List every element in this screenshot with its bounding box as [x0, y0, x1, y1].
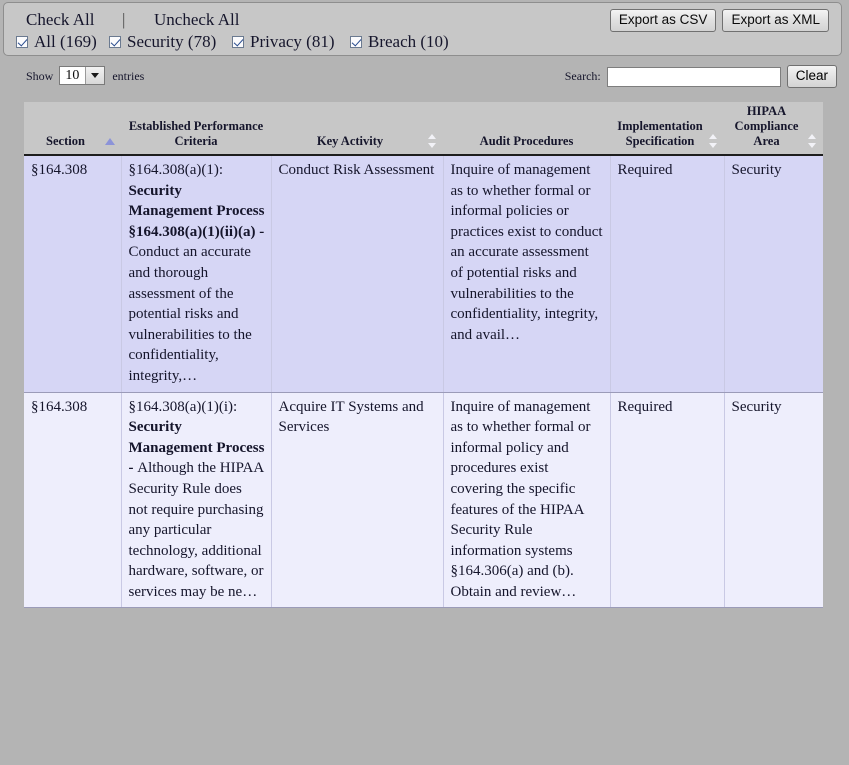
- column-header-hipaa-compliance-area[interactable]: HIPAA Compliance Area: [724, 102, 823, 156]
- filter-checkbox-breach[interactable]: Breach (10): [350, 32, 449, 52]
- cell-section: §164.308: [24, 155, 122, 393]
- search-input[interactable]: [606, 66, 781, 87]
- column-header-established-performance-criteria[interactable]: Established Performance Criteria: [121, 102, 271, 156]
- cell-established-performance-criteria: §164.308(a)(1): Security Management Proc…: [121, 155, 272, 393]
- export-as-csv-button[interactable]: Export as CSV: [609, 9, 717, 32]
- filter-label-breach: Breach (10): [368, 32, 449, 51]
- entries-per-page-select[interactable]: 10: [59, 66, 106, 85]
- table-row[interactable]: §164.308 §164.308(a)(1)(i): Security Man…: [24, 392, 823, 609]
- show-entries-control: Show 10 entries: [26, 66, 144, 85]
- sort-ascending-icon[interactable]: [105, 138, 115, 146]
- checkbox-checked-icon[interactable]: [350, 36, 362, 48]
- column-label-section: Section: [46, 134, 85, 148]
- epc-prefix: §164.308(a)(1)(i):: [128, 398, 238, 415]
- entries-per-page-value: 10: [65, 67, 80, 83]
- filter-checkbox-privacy[interactable]: Privacy (81): [232, 32, 335, 52]
- epc-rest: Conduct an accurate and thorough assessm…: [128, 244, 252, 384]
- filter-checkbox-all[interactable]: All (169): [16, 32, 97, 52]
- cell-hipaa-compliance-area: Security: [724, 392, 823, 609]
- table-header-row: Section Established Performance Criteria…: [24, 102, 823, 156]
- uncheck-all-link[interactable]: Uncheck All: [154, 10, 239, 30]
- checkbox-checked-icon[interactable]: [109, 36, 121, 48]
- column-header-implementation-specification[interactable]: Implementation Specification: [610, 102, 724, 156]
- search-control: Search: Clear: [565, 65, 837, 88]
- filter-label-security: Security (78): [127, 32, 217, 51]
- toolbar-separator: |: [122, 10, 126, 29]
- entries-suffix-label: entries: [112, 68, 145, 83]
- table-row[interactable]: §164.308 §164.308(a)(1): Security Manage…: [24, 155, 823, 393]
- cell-implementation-specification: Required: [610, 392, 725, 609]
- clear-search-button[interactable]: Clear: [786, 65, 837, 88]
- column-header-section[interactable]: Section: [24, 102, 121, 156]
- sort-unsorted-icon[interactable]: [807, 134, 817, 148]
- column-label-established-performance-criteria: Established Performance Criteria: [128, 119, 264, 148]
- check-all-link[interactable]: Check All: [26, 10, 94, 30]
- table-scroll-container[interactable]: Section Established Performance Criteria…: [24, 102, 823, 765]
- cell-implementation-specification: Required: [610, 155, 725, 393]
- column-label-hipaa-compliance-area: HIPAA Compliance Area: [734, 104, 799, 148]
- column-header-audit-procedures[interactable]: Audit Procedures: [443, 102, 610, 156]
- sort-unsorted-icon[interactable]: [427, 134, 437, 148]
- column-label-audit-procedures: Audit Procedures: [479, 134, 574, 148]
- cell-section: §164.308: [24, 392, 122, 609]
- column-header-key-activity[interactable]: Key Activity: [271, 102, 443, 156]
- column-label-key-activity: Key Activity: [316, 134, 384, 148]
- cell-audit-procedures: Inquire of management as to whether form…: [443, 155, 611, 393]
- filter-label-all: All (169): [34, 32, 97, 51]
- checkbox-checked-icon[interactable]: [16, 36, 28, 48]
- chevron-down-icon[interactable]: [85, 67, 105, 84]
- filter-panel: Check All | Uncheck All Export as CSV Ex…: [3, 2, 842, 56]
- table-controls: Show 10 entries Search: Clear: [0, 62, 849, 92]
- filter-label-privacy: Privacy (81): [250, 32, 335, 51]
- cell-established-performance-criteria: §164.308(a)(1)(i): Security Management P…: [121, 392, 272, 609]
- filter-checkbox-security[interactable]: Security (78): [109, 32, 216, 52]
- export-button-group: Export as CSV Export as XML: [609, 9, 829, 32]
- cell-audit-procedures: Inquire of management as to whether form…: [443, 392, 611, 609]
- epc-bold: Security Management Process §164.308(a)(…: [128, 182, 265, 240]
- epc-rest: Although the HIPAA Security Rule does no…: [128, 460, 264, 600]
- export-as-xml-button[interactable]: Export as XML: [722, 9, 829, 32]
- checkbox-checked-icon[interactable]: [232, 36, 244, 48]
- search-label: Search:: [564, 69, 601, 83]
- cell-key-activity: Conduct Risk Assessment: [271, 155, 444, 393]
- sort-unsorted-icon[interactable]: [708, 134, 718, 148]
- epc-prefix: §164.308(a)(1):: [128, 162, 224, 178]
- cell-hipaa-compliance-area: Security: [724, 155, 823, 393]
- show-label: Show: [26, 68, 54, 83]
- filter-checkbox-row: All (169) Security (78) Privacy (81) Bre…: [4, 32, 841, 56]
- audit-protocol-table: Section Established Performance Criteria…: [24, 102, 823, 609]
- cell-key-activity: Acquire IT Systems and Services: [271, 392, 444, 609]
- toolbar-row: Check All | Uncheck All Export as CSV Ex…: [4, 3, 841, 32]
- column-label-implementation-specification: Implementation Specification: [617, 119, 703, 148]
